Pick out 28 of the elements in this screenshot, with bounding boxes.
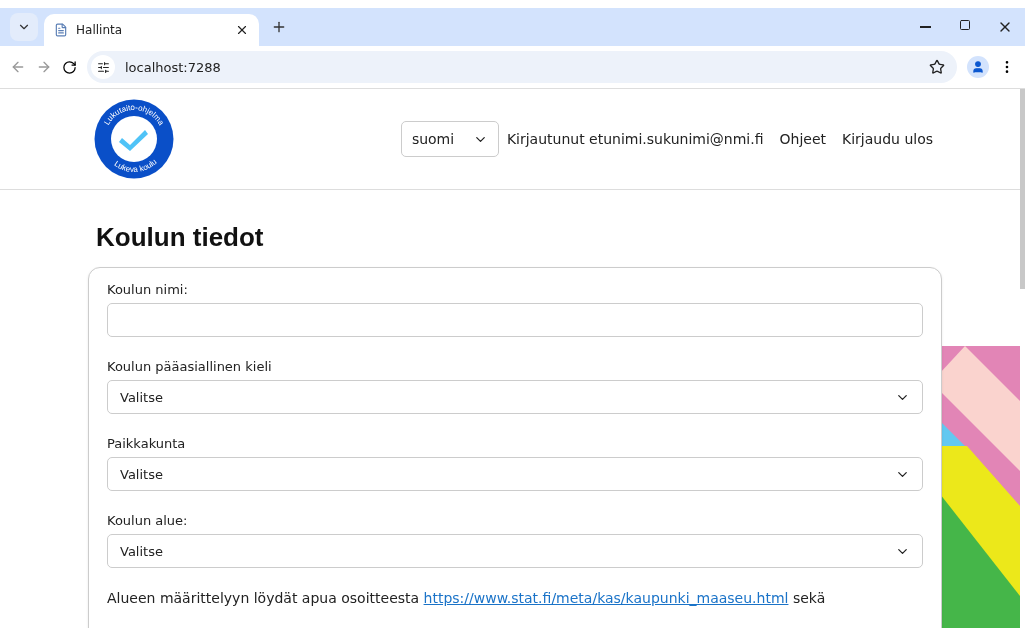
help-link[interactable]: https://www.stat.fi/meta/kas/kaupunki_maaseu.html <box>423 590 789 606</box>
forward-icon[interactable] <box>36 59 52 75</box>
nav-link[interactable]: Ohjeet <box>779 131 826 147</box>
language-select[interactable]: suomi <box>400 121 499 157</box>
field-label: Koulun alue: <box>107 513 189 528</box>
field-label: Koulun nimi: <box>107 282 189 297</box>
input-field[interactable] <box>107 303 923 337</box>
close-icon[interactable] <box>235 23 249 37</box>
select-field[interactable]: Valitse <box>107 534 923 568</box>
profile-icon[interactable] <box>967 56 989 78</box>
browser-tab[interactable]: Hallinta <box>44 14 259 46</box>
reload-icon[interactable] <box>62 59 77 75</box>
page-title: Koulun tiedot <box>96 222 265 253</box>
field-label: Paikkakunta <box>107 436 187 451</box>
nav-link[interactable]: Kirjaudu ulos <box>842 131 933 147</box>
minimize-icon <box>919 26 931 28</box>
help-text: Alueen määrittelyyn löydät apua osoitteesta https://www.stat.fi/meta/kas/kaupunki_maaseu.html sekä <box>107 590 827 606</box>
page-icon <box>54 23 68 37</box>
bookmark-star-icon[interactable] <box>929 59 945 75</box>
maximize-icon <box>959 19 971 31</box>
select-field[interactable]: Valitse <box>107 457 923 491</box>
logged-in-text: Kirjautunut etunimi.sukunimi@nmi.fi <box>506 131 764 147</box>
back-icon[interactable] <box>10 59 26 75</box>
select-field[interactable]: Valitse <box>107 380 923 414</box>
plus-icon <box>271 19 287 35</box>
field-label: Koulun pääasiallinen kieli <box>107 359 273 374</box>
site-settings-icon[interactable] <box>91 55 115 79</box>
address-bar[interactable]: localhost:7288 <box>87 51 957 83</box>
